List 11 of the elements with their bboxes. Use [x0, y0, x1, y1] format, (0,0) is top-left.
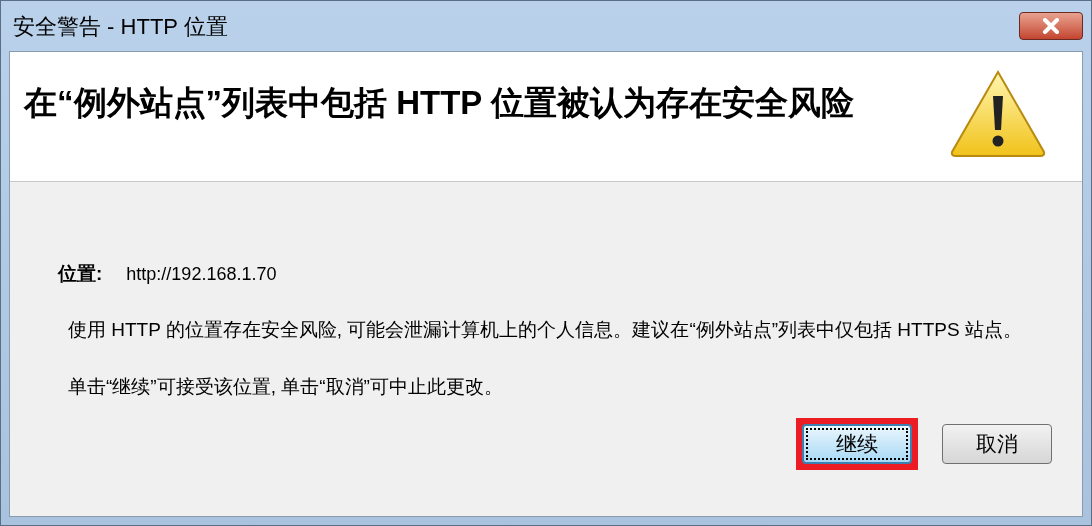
dialog-button[interactable]: 取消: [942, 423, 1052, 464]
location-value: http://192.168.1.70: [126, 262, 277, 286]
close-button[interactable]: [1019, 12, 1083, 40]
location-label: 位置:: [58, 262, 103, 286]
message-paragraph: 单击“继续”可接受该位置, 单击“取消”可中止此更改。: [68, 374, 504, 399]
dialog-button[interactable]: 继续: [802, 423, 912, 464]
message-paragraph: 使用 HTTP 的位置存在安全风险, 可能会泄漏计算机上的个人信息。建议在“例外站点”列表中仅包括 HTTPS 站点。: [68, 317, 1023, 342]
warning-heading: 在“例外站点”列表中包括 HTTP 位置被认为存在安全风险: [24, 83, 855, 123]
warning-icon: [948, 68, 1048, 158]
window-title: 安全警告 - HTTP 位置: [13, 12, 229, 41]
close-icon: [1040, 18, 1062, 34]
